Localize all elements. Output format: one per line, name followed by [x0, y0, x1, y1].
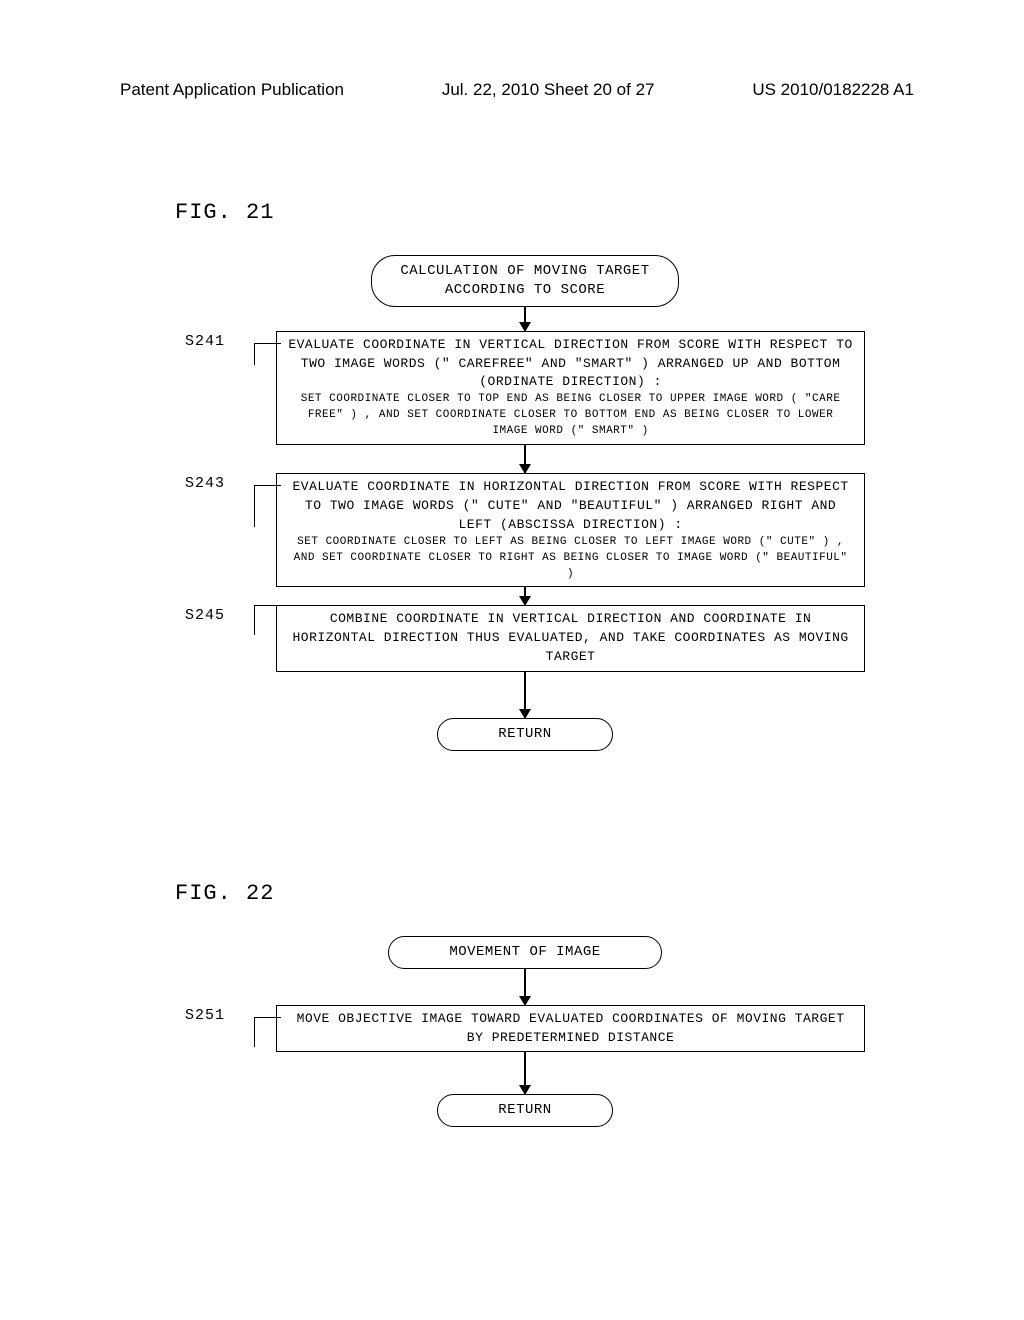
start-terminal-22: MOVEMENT OF IMAGE: [388, 936, 661, 969]
step-label-s251: S251: [185, 1005, 254, 1024]
process-s243: EVALUATE COORDINATE IN HORIZONTAL DIRECT…: [276, 473, 865, 587]
process-s241-main: EVALUATE COORDINATE IN VERTICAL DIRECTIO…: [287, 336, 854, 393]
arrow-icon: [524, 1052, 526, 1094]
arrow-icon: [524, 587, 526, 605]
header-center: Jul. 22, 2010 Sheet 20 of 27: [442, 80, 655, 100]
arrow-icon: [524, 672, 526, 718]
process-s251: MOVE OBJECTIVE IMAGE TOWARD EVALUATED CO…: [276, 1005, 865, 1053]
process-s251-main: MOVE OBJECTIVE IMAGE TOWARD EVALUATED CO…: [287, 1010, 854, 1048]
arrow-icon: [524, 969, 526, 1005]
header-right: US 2010/0182228 A1: [752, 80, 914, 100]
flowchart-21: CALCULATION OF MOVING TARGET ACCORDING T…: [185, 255, 865, 751]
page-header: Patent Application Publication Jul. 22, …: [0, 0, 1024, 100]
arrow-icon: [524, 307, 526, 331]
return-terminal-21: RETURN: [437, 718, 612, 751]
step-label-s243: S243: [185, 473, 254, 492]
header-left: Patent Application Publication: [120, 80, 344, 100]
process-s245: COMBINE COORDINATE IN VERTICAL DIRECTION…: [276, 605, 865, 672]
flowchart-22: MOVEMENT OF IMAGE S251 MOVE OBJECTIVE IM…: [185, 936, 865, 1127]
process-s243-main: EVALUATE COORDINATE IN HORIZONTAL DIRECT…: [287, 478, 854, 535]
process-s243-sub: SET COORDINATE CLOSER TO LEFT AS BEING C…: [287, 535, 854, 583]
start-terminal-21: CALCULATION OF MOVING TARGET ACCORDING T…: [371, 255, 678, 307]
process-s241: EVALUATE COORDINATE IN VERTICAL DIRECTIO…: [276, 331, 865, 445]
step-label-s245: S245: [185, 605, 254, 624]
figure-22-label: FIG. 22: [175, 881, 1024, 906]
process-s245-main: COMBINE COORDINATE IN VERTICAL DIRECTION…: [287, 610, 854, 667]
figure-21-label: FIG. 21: [175, 200, 1024, 225]
process-s241-sub: SET COORDINATE CLOSER TO TOP END AS BEIN…: [287, 392, 854, 440]
return-terminal-22: RETURN: [437, 1094, 612, 1127]
arrow-icon: [524, 445, 526, 473]
step-label-s241: S241: [185, 331, 254, 350]
